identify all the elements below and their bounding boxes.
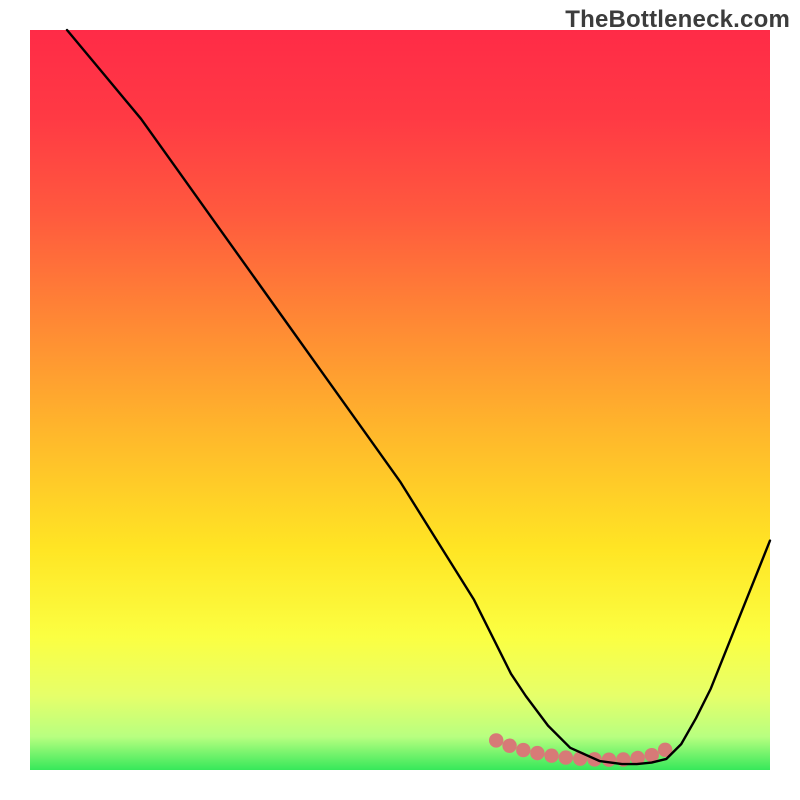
- plot-area: [30, 30, 770, 770]
- chart-container: TheBottleneck.com: [0, 0, 800, 800]
- optimal-range-dots: [489, 733, 672, 767]
- curve-layer: [30, 30, 770, 770]
- bottleneck-curve: [67, 30, 770, 764]
